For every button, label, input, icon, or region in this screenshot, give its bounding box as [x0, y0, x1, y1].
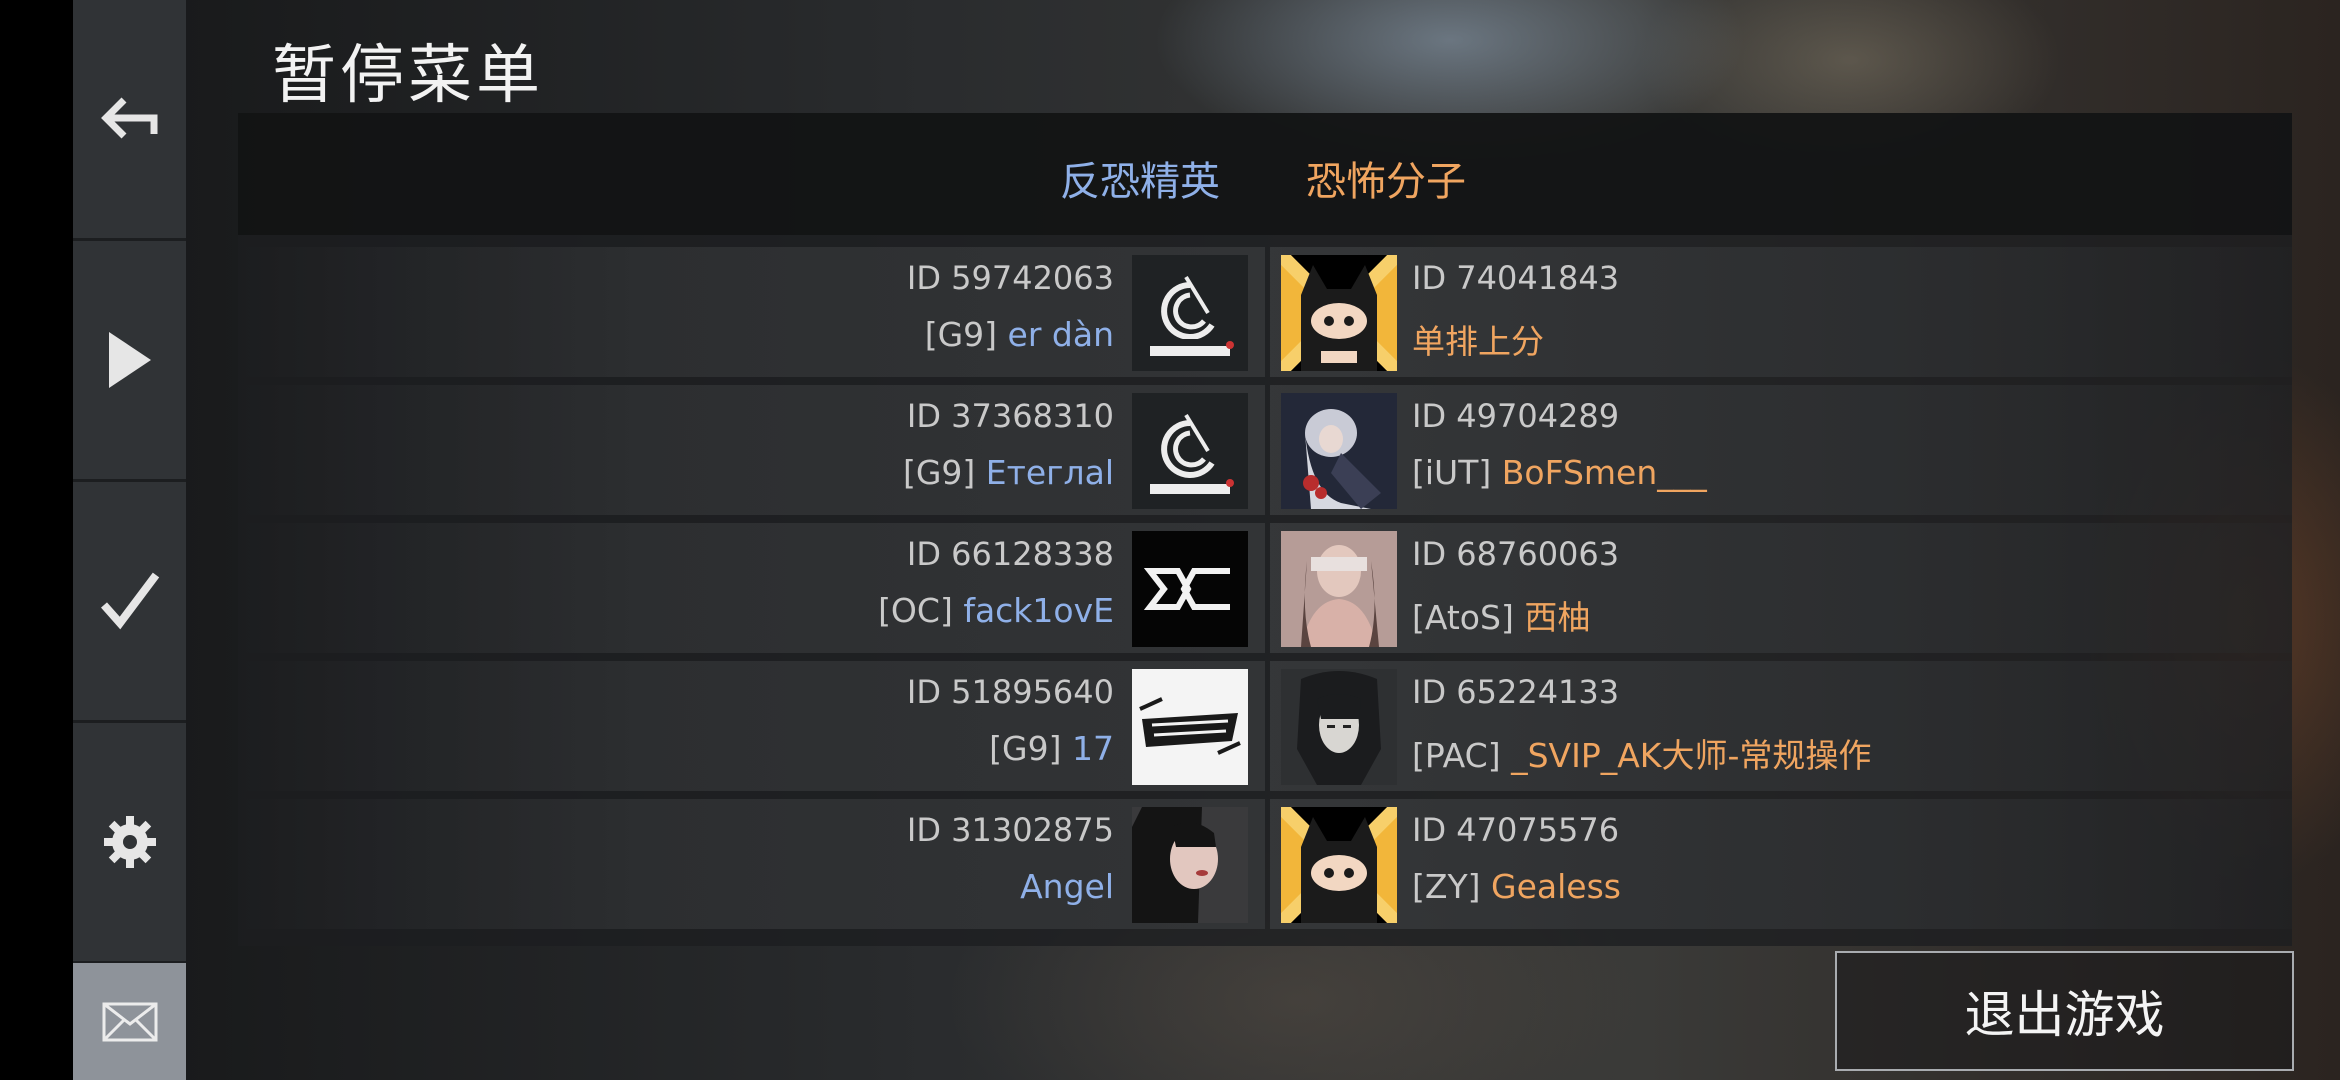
- player-id: ID 68760063: [1412, 535, 1620, 573]
- nickname: 西柚: [1524, 598, 1591, 637]
- player-id: ID 59742063: [906, 259, 1114, 297]
- player-row: ID 51895640 [G9] 17 ID 65224133 [PAC] _S…: [238, 661, 2292, 791]
- avatar[interactable]: [1281, 807, 1397, 923]
- player-name: [G9] 17: [989, 729, 1114, 768]
- girl-photo-avatar: [1132, 807, 1248, 923]
- confirm-button[interactable]: [73, 482, 186, 723]
- guard9-text-logo: [1132, 669, 1248, 785]
- player-id: ID 65224133: [1412, 673, 1620, 711]
- sidebar: [73, 0, 186, 1080]
- back-arrow-icon: [100, 97, 157, 139]
- avatar[interactable]: [1132, 393, 1248, 509]
- player-name: [AtoS] 西柚: [1412, 591, 1590, 639]
- nickname: 17: [1072, 729, 1114, 768]
- page-title: 暂停菜单: [272, 39, 544, 113]
- tab-terrorists[interactable]: 恐怖分子: [1306, 149, 1466, 207]
- back-button[interactable]: [73, 0, 186, 241]
- player-id: ID 31302875: [906, 811, 1114, 849]
- exit-game-button[interactable]: 退出游戏: [1835, 951, 2294, 1071]
- woman-photo-avatar: [1281, 531, 1397, 647]
- player-row: ID 66128338 [OC] fack1ovE ID 68760063 [A…: [238, 523, 2292, 653]
- clan-tag: [G9]: [902, 453, 976, 492]
- avatar[interactable]: [1281, 531, 1397, 647]
- player-row: ID 31302875 Angel ID 47075576 [ZY] Geale…: [238, 799, 2292, 929]
- player-id: ID 66128338: [906, 535, 1114, 573]
- clan-tag: [iUT]: [1412, 453, 1492, 492]
- clan-tag: [OC]: [878, 591, 953, 630]
- guard9-logo: [1132, 255, 1248, 371]
- player-name: [OC] fack1ovE: [878, 591, 1114, 630]
- tab-counter-terrorists[interactable]: 反恐精英: [1060, 149, 1220, 207]
- ninja-cat-avatar: [1281, 255, 1397, 371]
- nickname: BoFSmen___: [1501, 453, 1707, 492]
- guard9-logo: [1132, 393, 1248, 509]
- player-id: ID 37368310: [906, 397, 1114, 435]
- checkmark-icon: [100, 572, 159, 630]
- avatar[interactable]: [1281, 669, 1397, 785]
- anime-girl-avatar: [1281, 393, 1397, 509]
- settings-button[interactable]: [73, 723, 186, 964]
- gear-icon: [103, 816, 156, 868]
- player-name: [ZY] Gealess: [1412, 867, 1621, 906]
- avatar[interactable]: [1132, 669, 1248, 785]
- ninja-cat-avatar: [1281, 807, 1397, 923]
- screen-edge: [0, 0, 73, 1080]
- player-name: Angel: [1020, 867, 1114, 906]
- nickname: 单排上分: [1412, 322, 1544, 361]
- play-icon: [108, 332, 151, 388]
- player-name: [PAC] _SVIP_AK大师-常规操作: [1412, 729, 1871, 777]
- player-id: ID 51895640: [906, 673, 1114, 711]
- oc-logo: [1132, 531, 1248, 647]
- mail-button[interactable]: [73, 963, 186, 1080]
- nickname: _SVIP_AK大师-常规操作: [1511, 736, 1872, 775]
- clan-tag: [AtoS]: [1412, 598, 1514, 637]
- nickname: Gealess: [1491, 867, 1621, 906]
- nickname: Angel: [1020, 867, 1114, 906]
- player-name: [G9] Етеглаl: [903, 453, 1114, 492]
- nickname: er dàn: [1007, 315, 1114, 354]
- avatar[interactable]: [1281, 393, 1397, 509]
- mail-icon: [102, 1002, 157, 1041]
- player-row: ID 59742063 [G9] er dàn ID 74041843 单排上分: [238, 247, 2292, 377]
- clan-tag: [ZY]: [1412, 867, 1481, 906]
- clan-tag: [G9]: [924, 315, 998, 354]
- clan-tag: [PAC]: [1412, 736, 1501, 775]
- team-tabs: 反恐精英 恐怖分子: [238, 113, 2292, 235]
- player-id: ID 74041843: [1412, 259, 1620, 297]
- nickname: Етеглаl: [985, 453, 1114, 492]
- player-row: ID 37368310 [G9] Етеглаl ID 49704289 [iU…: [238, 385, 2292, 515]
- avatar[interactable]: [1281, 255, 1397, 371]
- avatar[interactable]: [1132, 255, 1248, 371]
- player-name: [G9] er dàn: [925, 315, 1114, 354]
- player-name: 单排上分: [1412, 315, 1544, 363]
- player-id: ID 49704289: [1412, 397, 1620, 435]
- anime-man-avatar: [1281, 669, 1397, 785]
- player-id: ID 47075576: [1412, 811, 1620, 849]
- avatar[interactable]: [1132, 807, 1248, 923]
- nickname: fack1ovE: [963, 591, 1114, 630]
- player-name: [iUT] BoFSmen___: [1412, 453, 1707, 492]
- clan-tag: [G9]: [989, 729, 1062, 768]
- scoreboard-panel: 反恐精英 恐怖分子 ID 59742063 [G9] er dàn ID 740…: [238, 113, 2292, 946]
- avatar[interactable]: [1132, 531, 1248, 647]
- resume-button[interactable]: [73, 241, 186, 482]
